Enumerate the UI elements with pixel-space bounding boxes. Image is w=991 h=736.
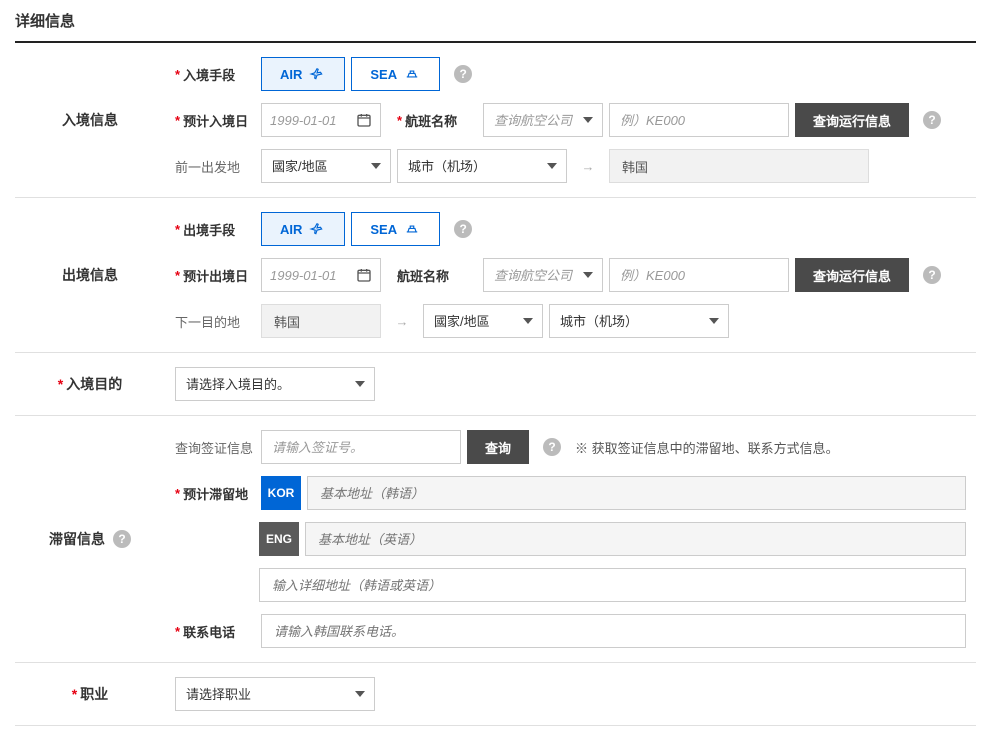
help-icon[interactable]: ?	[923, 111, 941, 129]
address-detail-input[interactable]	[259, 568, 966, 602]
label-contact-phone: 联系电话	[175, 622, 255, 641]
label-entry-flight: 航班名称	[397, 111, 477, 130]
label-entry-date: 预计入境日	[175, 111, 255, 130]
page-title: 详细信息	[15, 10, 976, 41]
entry-air-label: AIR	[280, 67, 302, 82]
help-icon[interactable]: ?	[113, 530, 131, 548]
entry-country-select[interactable]: 國家/地區	[261, 149, 391, 183]
label-exit-flight: 航班名称	[397, 266, 477, 285]
exit-date-input[interactable]: 1999-01-01	[261, 258, 381, 292]
section-label-entry: 入境信息	[15, 43, 165, 197]
exit-origin-fixed: 韩国	[261, 304, 381, 338]
ship-icon	[403, 67, 421, 81]
label-next-destination: 下一目的地	[175, 312, 255, 331]
exit-sea-label: SEA	[370, 222, 397, 237]
exit-sea-button[interactable]: SEA	[351, 212, 440, 246]
exit-airline-select[interactable]: 查询航空公司	[483, 258, 603, 292]
entry-destination-fixed: 韩国	[609, 149, 869, 183]
kor-badge: KOR	[261, 476, 301, 510]
help-icon[interactable]: ?	[454, 220, 472, 238]
label-prev-departure: 前一出发地	[175, 157, 255, 176]
section-label-stay: 滞留信息 ?	[15, 416, 165, 662]
occupation-select[interactable]: 请选择职业	[175, 677, 375, 711]
visa-query-button[interactable]: 查询	[467, 430, 529, 464]
entry-sea-button[interactable]: SEA	[351, 57, 440, 91]
exit-air-button[interactable]: AIR	[261, 212, 345, 246]
visa-note: ※ 获取签证信息中的滞留地、联系方式信息。	[575, 438, 839, 457]
ship-icon	[403, 222, 421, 236]
label-stay-address: 预计滞留地	[175, 484, 255, 503]
address-kor-input[interactable]	[307, 476, 966, 510]
entry-air-button[interactable]: AIR	[261, 57, 345, 91]
entry-date-value: 1999-01-01	[270, 113, 350, 128]
section-label-occupation: 职业	[15, 663, 165, 725]
arrow-right-icon: →	[573, 149, 603, 183]
section-label-purpose: 入境目的	[15, 353, 165, 415]
section-occupation: 职业 请选择职业	[15, 663, 976, 726]
airplane-icon	[308, 222, 326, 236]
entry-query-button[interactable]: 查询运行信息	[795, 103, 909, 137]
help-icon[interactable]: ?	[543, 438, 561, 456]
entry-date-input[interactable]: 1999-01-01	[261, 103, 381, 137]
exit-flight-input[interactable]	[609, 258, 789, 292]
calendar-icon	[356, 112, 372, 128]
entry-airline-select[interactable]: 查询航空公司	[483, 103, 603, 137]
section-purpose: 入境目的 请选择入境目的。	[15, 353, 976, 416]
exit-date-value: 1999-01-01	[270, 268, 350, 283]
address-eng-input[interactable]	[305, 522, 966, 556]
section-entry: 入境信息 入境手段 AIR SEA ? 预计入境日 1999-01-01	[15, 43, 976, 198]
label-exit-date: 预计出境日	[175, 266, 255, 285]
stay-section-text: 滞留信息	[49, 529, 105, 549]
exit-country-select[interactable]: 國家/地區	[423, 304, 543, 338]
section-exit: 出境信息 出境手段 AIR SEA ? 预计出境日 1999-01-01	[15, 198, 976, 353]
exit-city-select[interactable]: 城市（机场）	[549, 304, 729, 338]
entry-flight-input[interactable]	[609, 103, 789, 137]
help-icon[interactable]: ?	[923, 266, 941, 284]
section-stay: 滞留信息 ? 查询签证信息 查询 ? ※ 获取签证信息中的滞留地、联系方式信息。…	[15, 416, 976, 663]
visa-number-input[interactable]	[261, 430, 461, 464]
exit-query-button[interactable]: 查询运行信息	[795, 258, 909, 292]
entry-sea-label: SEA	[370, 67, 397, 82]
purpose-select[interactable]: 请选择入境目的。	[175, 367, 375, 401]
label-visa-query: 查询签证信息	[175, 438, 255, 457]
contact-phone-input[interactable]	[261, 614, 966, 648]
eng-badge: ENG	[259, 522, 299, 556]
help-icon[interactable]: ?	[454, 65, 472, 83]
exit-air-label: AIR	[280, 222, 302, 237]
calendar-icon	[356, 267, 372, 283]
arrow-right-icon: →	[387, 304, 417, 338]
label-exit-method: 出境手段	[175, 220, 255, 239]
section-label-exit: 出境信息	[15, 198, 165, 352]
entry-city-select[interactable]: 城市（机场）	[397, 149, 567, 183]
airplane-icon	[308, 67, 326, 81]
label-entry-method: 入境手段	[175, 65, 255, 84]
